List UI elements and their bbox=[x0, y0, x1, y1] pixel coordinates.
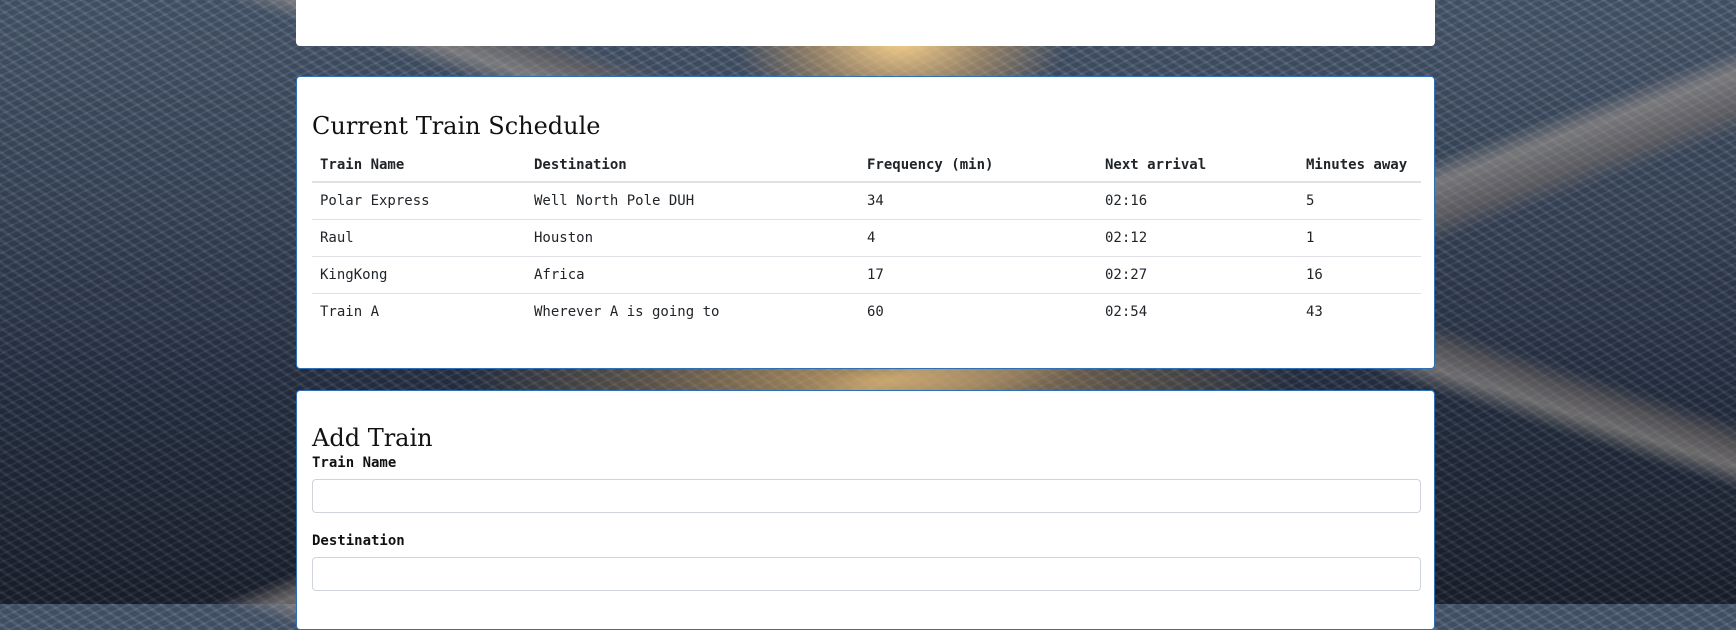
destination-input[interactable] bbox=[312, 557, 1421, 591]
table-row: Train A Wherever A is going to 60 02:54 … bbox=[312, 294, 1421, 331]
schedule-panel: Current Train Schedule Train Name Destin… bbox=[296, 76, 1435, 369]
table-row: Polar Express Well North Pole DUH 34 02:… bbox=[312, 182, 1421, 220]
cell-destination: Wherever A is going to bbox=[534, 304, 720, 320]
cell-train-name: Train A bbox=[320, 304, 380, 320]
header-train-name: Train Name bbox=[312, 149, 526, 183]
header-destination: Destination bbox=[526, 149, 859, 183]
train-name-input[interactable] bbox=[312, 479, 1421, 513]
cell-next-arrival: 02:27 bbox=[1097, 256, 1298, 294]
cell-frequency: 34 bbox=[859, 182, 1097, 220]
header-minutes-away: Minutes away bbox=[1298, 149, 1421, 183]
destination-label: Destination bbox=[312, 533, 405, 549]
header-frequency: Frequency (min) bbox=[859, 149, 1097, 183]
train-name-label: Train Name bbox=[312, 455, 397, 471]
cell-frequency: 17 bbox=[859, 256, 1097, 294]
table-row: KingKong Africa 17 02:27 16 bbox=[312, 256, 1421, 294]
cell-minutes-away: 43 bbox=[1306, 304, 1323, 320]
schedule-title: Current Train Schedule bbox=[312, 112, 601, 140]
schedule-header-row: Train Name Destination Frequency (min) N… bbox=[312, 149, 1421, 183]
cell-next-arrival: 02:12 bbox=[1097, 219, 1298, 257]
schedule-table: Train Name Destination Frequency (min) N… bbox=[312, 149, 1421, 330]
cell-minutes-away: 1 bbox=[1298, 219, 1421, 257]
cell-destination: Houston bbox=[526, 219, 859, 257]
cell-train-name: KingKong bbox=[312, 256, 526, 294]
header-next-arrival: Next arrival bbox=[1097, 149, 1298, 183]
cell-destination: Well North Pole DUH bbox=[526, 182, 859, 220]
add-train-title: Add Train bbox=[312, 424, 433, 452]
cell-minutes-away: 16 bbox=[1298, 256, 1421, 294]
add-train-panel: Add Train Train Name Destination bbox=[296, 390, 1435, 630]
cell-next-arrival: 02:54 bbox=[1105, 304, 1148, 320]
cell-train-name: Raul bbox=[312, 219, 526, 257]
cell-next-arrival: 02:16 bbox=[1097, 182, 1298, 220]
cell-minutes-away: 5 bbox=[1298, 182, 1421, 220]
cell-frequency: 60 bbox=[867, 304, 884, 320]
cell-destination: Africa bbox=[526, 256, 859, 294]
cell-frequency: 4 bbox=[859, 219, 1097, 257]
cell-train-name: Polar Express bbox=[312, 182, 526, 220]
table-row: Raul Houston 4 02:12 1 bbox=[312, 219, 1421, 257]
header-panel bbox=[296, 0, 1435, 46]
